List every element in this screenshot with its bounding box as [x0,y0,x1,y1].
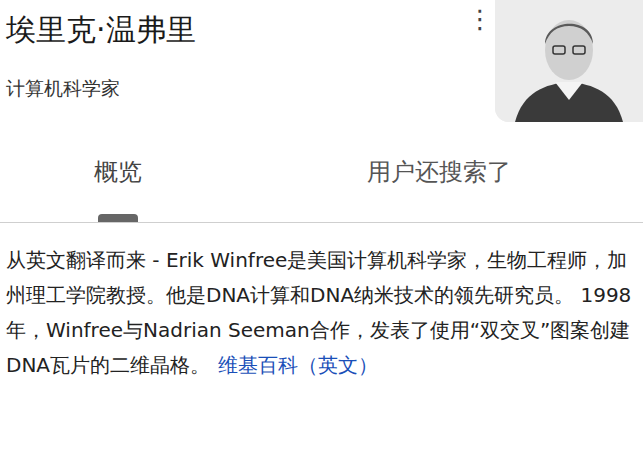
tab-label: 用户还搜索了 [367,156,511,188]
description: 从英文翻译而来 - Erik Winfree是美国计算机科学家，生物工程师，加州… [0,223,643,389]
more-menu-icon[interactable]: ⋮ [465,0,495,34]
panel-header: 埃里克·温弗里计算机科学家⋮ [0,0,643,122]
tab-indicator [98,214,138,222]
portrait-icon [495,0,643,122]
entity-subtitle: 计算机科学家 [6,74,465,102]
entity-title: 埃里克·温弗里 [6,8,465,52]
tab-label: 概览 [94,156,142,188]
tab-bar: 概览 用户还搜索了 [0,122,643,223]
source-link[interactable]: 维基百科（英文） [218,353,378,377]
tab[interactable]: 用户还搜索了 [235,122,643,222]
title-block: 埃里克·温弗里计算机科学家 [0,0,465,102]
knowledge-panel: 埃里克·温弗里计算机科学家⋮概览用户还搜索了从英文翻译而来 - Erik Win… [0,0,643,460]
portrait-photo[interactable] [495,0,643,122]
tab[interactable]: 概览 [0,122,235,222]
